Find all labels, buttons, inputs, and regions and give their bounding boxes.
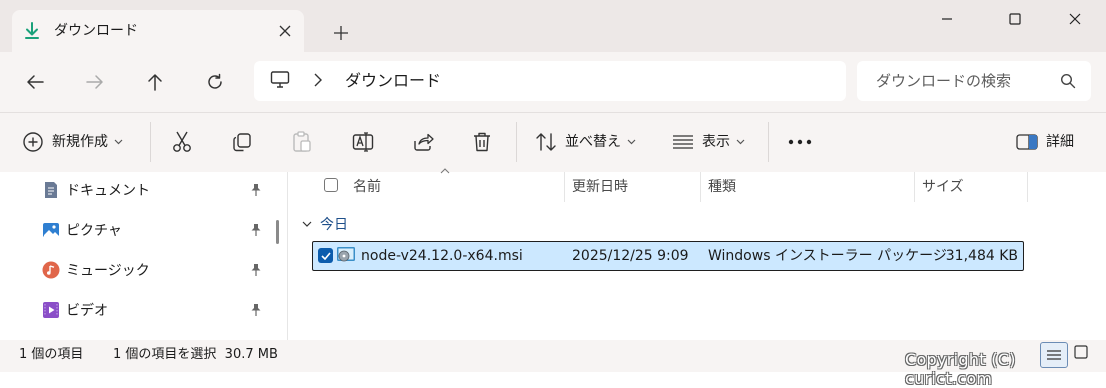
- file-modified: 2025/12/25 9:09: [572, 248, 689, 264]
- select-all-checkbox[interactable]: [324, 178, 338, 192]
- sidebar-item-label: ドキュメント: [66, 183, 150, 199]
- new-button-label: 新規作成: [52, 134, 108, 150]
- paste-button[interactable]: [292, 126, 312, 158]
- delete-button[interactable]: [472, 126, 492, 158]
- file-type: Windows インストーラー パッケージ: [708, 248, 947, 264]
- rename-button[interactable]: [352, 126, 374, 158]
- details-pane-icon: [1016, 134, 1038, 150]
- watermark: Copyright (C) curict.com: [905, 350, 1016, 388]
- share-icon: [412, 132, 434, 152]
- sort-button-label: 並べ替え: [565, 134, 621, 150]
- search-icon[interactable]: [1060, 73, 1076, 89]
- view-button[interactable]: 表示: [672, 126, 745, 158]
- column-divider[interactable]: [700, 172, 701, 202]
- share-button[interactable]: [412, 126, 434, 158]
- sidebar-item-documents[interactable]: ドキュメント: [42, 172, 278, 208]
- file-size: 31,484 KB: [945, 248, 1018, 264]
- column-divider[interactable]: [564, 172, 565, 202]
- address-bar[interactable]: [254, 61, 846, 101]
- group-header-today[interactable]: 今日: [302, 214, 348, 234]
- more-options-button[interactable]: [788, 126, 812, 158]
- new-tab-button[interactable]: [328, 20, 354, 46]
- sidebar-item-pictures[interactable]: ピクチャ: [42, 212, 278, 248]
- pin-icon[interactable]: [250, 263, 262, 277]
- search-input[interactable]: ダウンロードの検索: [876, 71, 1011, 91]
- minimize-icon[interactable]: [924, 4, 970, 34]
- column-divider[interactable]: [914, 172, 915, 202]
- item-count: 1 個の項目: [19, 347, 84, 362]
- chevron-down-icon: [736, 139, 745, 145]
- view-button-label: 表示: [702, 134, 730, 150]
- pictures-icon: [42, 221, 60, 239]
- pin-icon[interactable]: [250, 303, 262, 317]
- details-pane-button[interactable]: 詳細: [1016, 126, 1074, 158]
- copy-icon: [232, 132, 252, 152]
- column-divider[interactable]: [1027, 172, 1028, 202]
- column-header-size[interactable]: サイズ: [922, 176, 964, 198]
- sidebar-item-music[interactable]: ミュージック: [42, 252, 278, 288]
- more-icon: [788, 139, 812, 145]
- sort-icon: [535, 132, 557, 152]
- paste-icon: [292, 131, 312, 153]
- group-label: 今日: [320, 217, 348, 233]
- up-arrow-icon[interactable]: [139, 66, 171, 98]
- cut-button[interactable]: [172, 126, 192, 158]
- column-header-name[interactable]: 名前: [353, 176, 381, 198]
- column-header-type[interactable]: 種類: [708, 176, 736, 198]
- breadcrumb-downloads[interactable]: ダウンロード: [345, 70, 441, 92]
- sidebar-item-label: ミュージック: [66, 263, 150, 279]
- chevron-right-icon[interactable]: [314, 73, 322, 87]
- sidebar-item-label: ピクチャ: [66, 223, 122, 239]
- close-icon[interactable]: [274, 20, 296, 42]
- new-button[interactable]: 新規作成: [22, 126, 123, 158]
- tab-title: ダウンロード: [54, 23, 138, 39]
- column-header-modified[interactable]: 更新日時: [572, 176, 628, 198]
- chevron-down-icon: [114, 139, 123, 145]
- music-icon: [42, 261, 60, 279]
- toolbar-divider: [516, 122, 517, 162]
- sort-up-icon: [440, 168, 450, 174]
- file-name: node-v24.12.0-x64.msi: [361, 248, 523, 264]
- list-view-icon: [672, 134, 694, 150]
- forward-arrow-icon[interactable]: [79, 66, 111, 98]
- sort-button[interactable]: 並べ替え: [535, 126, 636, 158]
- download-icon: [22, 21, 42, 41]
- rename-icon: [352, 131, 374, 153]
- selection-info: 1 個の項目を選択 30.7 MB: [113, 347, 278, 362]
- add-circle-icon: [22, 131, 44, 153]
- toolbar-divider: [768, 122, 769, 162]
- sidebar-item-label: ビデオ: [66, 303, 108, 319]
- back-arrow-icon[interactable]: [19, 66, 51, 98]
- toolbar-divider: [150, 122, 151, 162]
- sidebar-item-videos[interactable]: ビデオ: [42, 292, 278, 328]
- monitor-icon[interactable]: [270, 71, 290, 89]
- documents-icon: [42, 181, 60, 199]
- pin-icon[interactable]: [250, 223, 262, 237]
- chevron-down-icon: [627, 139, 636, 145]
- copy-button[interactable]: [232, 126, 252, 158]
- videos-icon: [42, 301, 60, 319]
- close-icon[interactable]: [1052, 4, 1098, 34]
- maximize-icon[interactable]: [992, 4, 1038, 34]
- refresh-icon[interactable]: [199, 66, 231, 98]
- row-checkbox[interactable]: [318, 248, 333, 263]
- msi-installer-icon: [336, 245, 356, 265]
- trash-icon: [472, 131, 492, 153]
- sidebar-scrollbar[interactable]: [276, 220, 279, 244]
- chevron-down-icon: [302, 221, 312, 228]
- scissors-icon: [172, 131, 192, 153]
- details-button-label: 詳細: [1046, 134, 1074, 150]
- pin-icon[interactable]: [250, 183, 262, 197]
